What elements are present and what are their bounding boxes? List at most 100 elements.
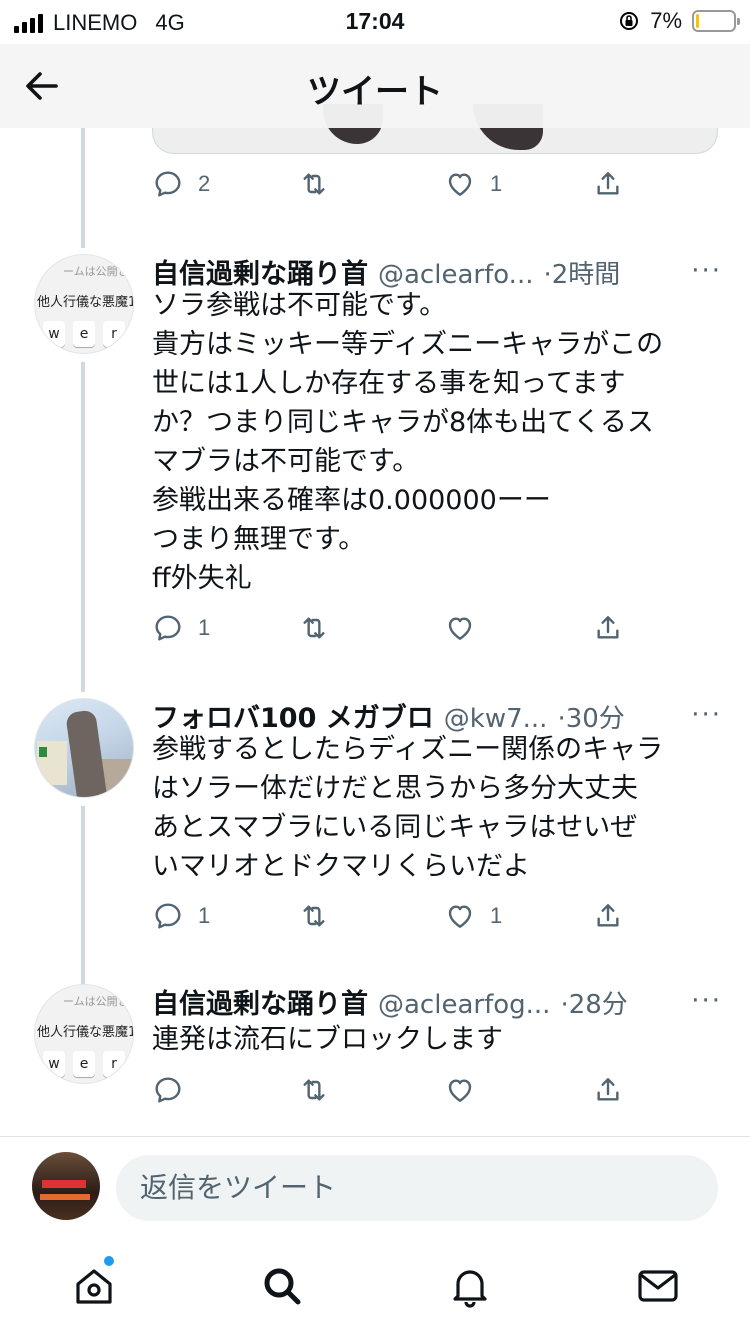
retweet-button[interactable] <box>298 612 344 644</box>
share-icon <box>597 1078 619 1101</box>
thread-line <box>81 128 85 248</box>
tweet-line: ソラ参戦は不可能です。 <box>152 290 447 321</box>
like-count: 1 <box>490 903 503 928</box>
reply-icon <box>155 1077 181 1103</box>
like-button[interactable]: 1 <box>444 900 502 932</box>
tweet-line: 貴方はミッキー等ディズニーキャラがこの <box>152 329 664 360</box>
top-header: ツイート <box>0 44 750 128</box>
avatar[interactable]: ームは公開さ 他人行儀な悪魔18 w e r <box>34 254 134 354</box>
share-button[interactable] <box>592 1074 624 1106</box>
share-icon <box>597 616 619 639</box>
tweet-line: 連発は流石にブロックします <box>152 1024 503 1055</box>
user-handle[interactable]: @aclearfog... <box>378 990 550 1020</box>
share-button[interactable] <box>592 168 624 200</box>
battery-icon <box>692 10 740 32</box>
retweet-button[interactable] <box>298 900 344 932</box>
retweet-icon <box>303 1079 325 1101</box>
avatar-keys: w e r <box>43 1051 125 1077</box>
tweet-line: つまり無理です。 <box>152 524 366 555</box>
tweet-line: マブラは不可能です。 <box>152 446 420 477</box>
retweet-button[interactable] <box>298 168 344 200</box>
tweet-text: 連発は流石にブロックします <box>152 1020 722 1059</box>
tweet-actions: 1 1 <box>152 900 652 940</box>
reply-bar: 返信をツイート <box>0 1136 750 1238</box>
avatar-banner-text: ームは公開さ <box>63 995 129 1008</box>
tweet-line: はソラー体だけだと思うから多分大丈夫 <box>152 773 638 804</box>
tweet-line: いマリオとドクマリくらいだよ <box>152 851 530 882</box>
reply-button[interactable]: 2 <box>152 168 210 200</box>
reply-button[interactable] <box>152 1074 198 1106</box>
tweet-time[interactable]: ·28分 <box>560 984 627 1021</box>
reply-count: 1 <box>198 903 211 928</box>
retweet-button[interactable] <box>298 1074 344 1106</box>
tweet-line: 参戦出来る確率は0.000000ーー <box>152 485 551 516</box>
tweet-line: 参戦するとしたらディズニー関係のキャラ <box>152 734 664 765</box>
bottom-tab-bar <box>0 1238 750 1334</box>
reply-count: 2 <box>198 171 211 196</box>
status-right: 7% <box>618 8 740 34</box>
heart-icon <box>448 905 472 928</box>
share-button[interactable] <box>592 900 624 932</box>
tweet-actions: 1 <box>152 612 652 652</box>
avatar-key: e <box>73 1051 95 1077</box>
search-icon <box>264 1268 301 1305</box>
more-options-button[interactable]: ··· <box>691 256 722 286</box>
share-icon <box>597 172 619 195</box>
display-name[interactable]: 自信過剰な踊り首 <box>152 982 368 1021</box>
page-title: ツイート <box>307 72 443 112</box>
tweet-line: か？つまり同じキャラが8体も出てくるス <box>152 407 654 438</box>
thread-line <box>81 362 85 692</box>
retweet-icon <box>303 617 325 639</box>
avatar-key: r <box>103 1051 125 1077</box>
tab-notifications[interactable] <box>446 1262 494 1310</box>
avatar-banner-text: ームは公開さ <box>63 265 129 278</box>
orientation-lock-icon <box>620 12 639 30</box>
heart-icon <box>448 173 472 196</box>
battery-fill <box>696 14 699 28</box>
reply-input[interactable]: 返信をツイート <box>116 1155 718 1221</box>
avatar[interactable] <box>34 698 134 798</box>
notifications-icon <box>453 1270 487 1308</box>
status-bar: LINEMO 4G 17:04 7% <box>0 0 750 44</box>
like-count: 1 <box>490 171 503 196</box>
reply-icon <box>155 903 181 929</box>
more-options-button[interactable]: ··· <box>691 700 722 730</box>
heart-icon <box>448 1079 472 1102</box>
battery-percent: 7% <box>650 8 682 33</box>
thread-line <box>81 806 85 984</box>
avatar-keys: w e r <box>43 321 125 347</box>
reply-button[interactable]: 1 <box>152 900 210 932</box>
like-button[interactable] <box>444 612 490 644</box>
tab-messages[interactable] <box>634 1262 682 1310</box>
heart-icon <box>448 617 472 640</box>
retweet-icon <box>303 173 325 195</box>
avatar-text: 他人行儀な悪魔18 <box>37 1025 134 1040</box>
tweet-line: ff外失礼 <box>152 563 252 594</box>
tab-home[interactable] <box>70 1262 118 1310</box>
reply-button[interactable]: 1 <box>152 612 210 644</box>
like-button[interactable] <box>444 1074 490 1106</box>
notification-dot <box>104 1256 114 1266</box>
tweet-header: 自信過剰な踊り首 @aclearfog... ·28分 ··· <box>152 982 722 1021</box>
avatar-key: r <box>103 321 125 347</box>
avatar-key: e <box>73 321 95 347</box>
tweet-text: 参戦するとしたらディズニー関係のキャラ はソラー体だけだと思うから多分大丈夫 あ… <box>152 730 722 886</box>
tweet-line: 世には1人しか存在する事を知ってます <box>152 368 626 399</box>
messages-icon <box>638 1270 678 1302</box>
like-button[interactable]: 1 <box>444 168 502 200</box>
share-icon <box>597 904 619 927</box>
reply-icon <box>155 171 181 197</box>
home-icon <box>76 1269 112 1304</box>
avatar-key: w <box>43 321 65 347</box>
reply-icon <box>155 615 181 641</box>
retweet-icon <box>303 905 325 927</box>
tweet-line: あとスマブラにいる同じキャラはせいぜ <box>152 812 638 843</box>
tab-search[interactable] <box>258 1262 306 1310</box>
avatar-text: 他人行儀な悪魔18 <box>37 295 134 310</box>
more-options-button[interactable]: ··· <box>691 986 722 1016</box>
my-avatar[interactable] <box>32 1152 100 1220</box>
share-button[interactable] <box>592 612 624 644</box>
avatar[interactable]: ームは公開さ 他人行儀な悪魔18 w e r <box>34 984 134 1084</box>
reply-count: 1 <box>198 615 211 640</box>
tweet-actions <box>152 1074 652 1114</box>
